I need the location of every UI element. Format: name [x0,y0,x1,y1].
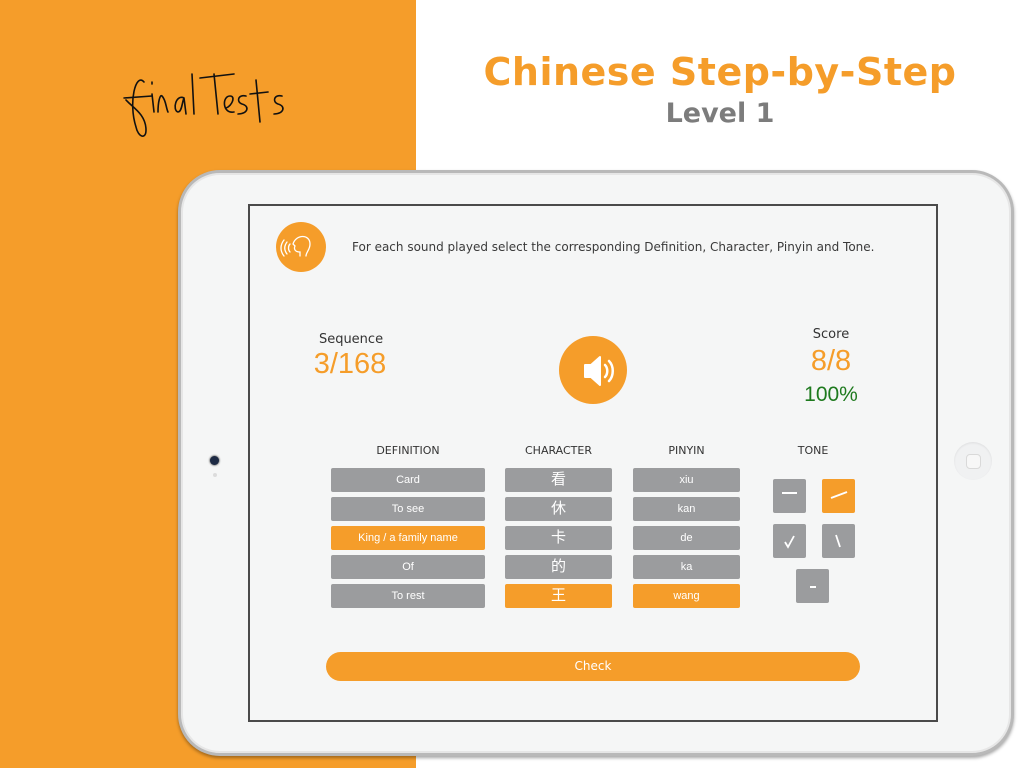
app-screen: For each sound played select the corresp… [248,204,938,722]
character-header: CHARACTER [525,444,592,457]
score-value: 8/8 [810,345,852,377]
character-option[interactable]: 王 [505,584,612,608]
play-sound-button[interactable] [559,336,627,404]
neutral-tone-icon [810,586,816,588]
level-title: Level 1 [665,98,775,129]
character-option[interactable]: 卡 [505,526,612,550]
score-label: Score [812,327,850,342]
tone-button-neutral[interactable] [796,569,829,603]
pinyin-option[interactable]: xiu [633,468,740,492]
speaker-icon [584,356,614,386]
second-tone-icon [830,491,848,499]
definition-option[interactable]: To see [331,497,485,521]
home-square-icon [966,454,981,469]
tone-button-second[interactable] [822,479,855,513]
pinyin-options: xiu kan de ka wang [633,468,740,613]
fourth-tone-icon [835,534,841,548]
instructions-text: For each sound played select the corresp… [352,240,875,254]
tone-button-third[interactable] [773,524,806,558]
definition-option[interactable]: Card [331,468,485,492]
third-tone-icon [784,535,795,549]
pinyin-header: PINYIN [668,444,705,457]
app-title: Chinese Step-by-Step [483,50,957,94]
character-option[interactable]: 的 [505,555,612,579]
sequence-label: Sequence [318,332,384,347]
camera-icon [210,456,219,465]
pinyin-option[interactable]: wang [633,584,740,608]
character-option[interactable]: 看 [505,468,612,492]
character-option[interactable]: 休 [505,497,612,521]
pinyin-option[interactable]: de [633,526,740,550]
home-button[interactable] [954,442,992,480]
final-tests-handwritten-title: final Tests [123,73,284,137]
score-percent: 100% [804,383,858,406]
tone-header: TONE [797,444,829,457]
tone-button-first[interactable] [773,479,806,513]
character-options: 看 休 卡 的 王 [505,468,612,613]
definition-header: DEFINITION [376,444,440,457]
first-tone-icon [782,492,797,494]
definition-option[interactable]: To rest [331,584,485,608]
definition-options: Card To see King / a family name Of To r… [331,468,485,613]
check-button[interactable]: Check [326,652,860,681]
speaking-head-icon [276,222,326,272]
pinyin-option[interactable]: ka [633,555,740,579]
definition-option[interactable]: Of [331,555,485,579]
pinyin-option[interactable]: kan [633,497,740,521]
definition-option[interactable]: King / a family name [331,526,485,550]
sequence-value: 3/168 [313,348,387,380]
tone-button-fourth[interactable] [822,524,855,558]
sensor-dot [213,473,217,477]
